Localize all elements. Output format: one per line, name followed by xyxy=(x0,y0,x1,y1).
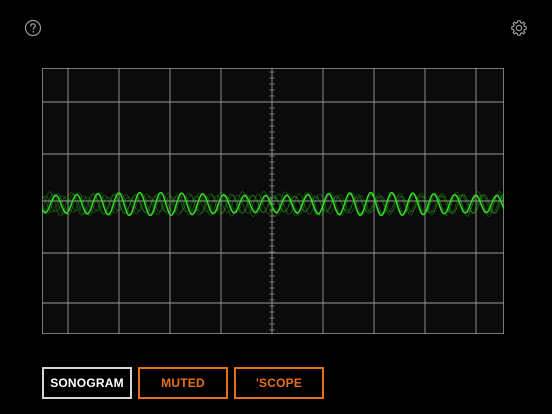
scope-button[interactable]: 'SCOPE xyxy=(234,367,324,399)
sonogram-button[interactable]: SONOGRAM xyxy=(42,367,132,399)
help-icon[interactable] xyxy=(24,19,42,37)
sonogram-button-label: SONOGRAM xyxy=(50,376,124,390)
muted-button[interactable]: MUTED xyxy=(138,367,228,399)
oscilloscope-display xyxy=(42,68,504,334)
scope-button-label: 'SCOPE xyxy=(255,376,303,390)
muted-button-label: MUTED xyxy=(161,376,205,390)
gear-icon[interactable] xyxy=(510,19,528,37)
